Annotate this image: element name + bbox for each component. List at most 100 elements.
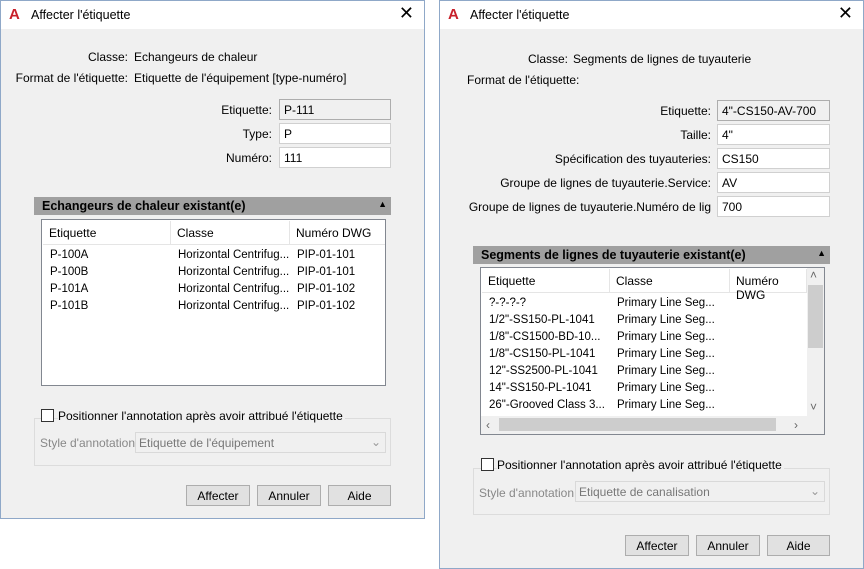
- hscrollbar-thumb[interactable]: [499, 418, 776, 431]
- field-input[interactable]: 4": [717, 124, 830, 145]
- table-cell: Primary Line Seg...: [617, 297, 715, 309]
- table-cell: Horizontal Centrifug...: [178, 283, 290, 295]
- table-cell: 14"-SS150-PL-1041: [489, 382, 592, 394]
- table-cell: 26"-Grooved Class 3...: [489, 399, 605, 411]
- dialog-title: Affecter l'étiquette: [470, 8, 570, 22]
- table-row[interactable]: ?-?-?-? Primary Line Seg...: [481, 297, 824, 314]
- table-row[interactable]: 12"-SS2500-PL-1041 Primary Line Seg...: [481, 365, 824, 382]
- table-cell: P-100B: [50, 266, 89, 278]
- table-row[interactable]: P-100B Horizontal Centrifug... PIP-01-101: [42, 266, 385, 283]
- table-row[interactable]: 1/8"-CS1500-BD-10... Primary Line Seg...: [481, 331, 824, 348]
- classe-label: Classe:: [87, 50, 128, 64]
- assign-button[interactable]: Affecter: [186, 485, 250, 506]
- horizontal-scrollbar[interactable]: ‹ ›: [481, 416, 824, 434]
- title-bar: A Affecter l'étiquette ✕: [1, 1, 424, 29]
- table-row[interactable]: 14"-SS150-PL-1041 Primary Line Seg...: [481, 382, 824, 399]
- column-header[interactable]: Numéro DWG: [290, 221, 385, 245]
- help-button[interactable]: Aide: [328, 485, 391, 506]
- position-annotation-checkbox[interactable]: [41, 409, 54, 422]
- classe-label: Classe:: [527, 52, 568, 66]
- column-header[interactable]: Classe: [171, 221, 290, 245]
- field-input: 4"-CS150-AV-700: [717, 100, 830, 121]
- table-cell: 12"-SS2500-PL-1041: [489, 365, 598, 377]
- help-button[interactable]: Aide: [767, 535, 830, 556]
- table-row[interactable]: P-101A Horizontal Centrifug... PIP-01-102: [42, 283, 385, 300]
- table-row[interactable]: 26"-Grooved Class 3... Primary Line Seg..…: [481, 399, 824, 416]
- field-input[interactable]: 700: [717, 196, 830, 217]
- classe-value: Segments de lignes de tuyauterie: [573, 52, 752, 66]
- table-row[interactable]: 1/2"-SS150-PL-1041 Primary Line Seg...: [481, 314, 824, 331]
- collapse-icon[interactable]: ▲: [817, 248, 826, 258]
- field-input: P-111: [279, 99, 391, 120]
- position-annotation-checkbox[interactable]: [481, 458, 494, 471]
- table-cell: 1/2"-SS150-PL-1041: [489, 314, 595, 326]
- close-icon[interactable]: ✕: [399, 3, 414, 24]
- field-label: Taille:: [680, 128, 711, 142]
- assign-button[interactable]: Affecter: [625, 535, 689, 556]
- table-cell: Horizontal Centrifug...: [178, 300, 290, 312]
- field-input[interactable]: CS150: [717, 148, 830, 169]
- annotation-style-select[interactable]: Etiquette de canalisation ⌄: [575, 481, 825, 502]
- chevron-down-icon: ⌄: [809, 484, 820, 498]
- section-title: Echangeurs de chaleur existant(e): [42, 199, 246, 213]
- collapse-icon[interactable]: ▲: [378, 199, 387, 209]
- column-header[interactable]: Etiquette: [43, 221, 171, 245]
- table-cell: ?-?-?-?: [489, 297, 527, 309]
- style-label: Style d'annotation:: [40, 436, 139, 450]
- table-cell: PIP-01-101: [297, 249, 356, 261]
- checkbox-label: Positionner l'annotation après avoir att…: [497, 458, 784, 472]
- close-icon[interactable]: ✕: [838, 3, 853, 24]
- table-cell: Primary Line Seg...: [617, 365, 715, 377]
- table-cell: Primary Line Seg...: [617, 348, 715, 360]
- field-label: Etiquette:: [221, 103, 272, 117]
- column-header[interactable]: Etiquette: [482, 269, 610, 293]
- field-label: Groupe de lignes de tuyauterie.Numéro de…: [468, 200, 711, 214]
- table-row[interactable]: P-100A Horizontal Centrifug... PIP-01-101: [42, 249, 385, 266]
- field-input[interactable]: 111: [279, 147, 391, 168]
- format-label: Format de l'étiquette:: [15, 71, 128, 85]
- table-cell: Horizontal Centrifug...: [178, 266, 290, 278]
- dialog-title: Affecter l'étiquette: [31, 8, 131, 22]
- scroll-right-icon[interactable]: ›: [794, 418, 798, 432]
- cancel-button[interactable]: Annuler: [257, 485, 321, 506]
- table-cell: Primary Line Seg...: [617, 382, 715, 394]
- existing-section-header[interactable]: Segments de lignes de tuyauterie existan…: [473, 246, 830, 264]
- format-value: Etiquette de l'équipement [type-numéro]: [134, 71, 347, 85]
- table-cell: 1/8"-CS150-PL-1041: [489, 348, 596, 360]
- autocad-logo-icon: A: [9, 6, 20, 23]
- field-label: Spécification des tuyauteries:: [554, 152, 711, 166]
- section-title: Segments de lignes de tuyauterie existan…: [481, 248, 746, 262]
- field-input[interactable]: AV: [717, 172, 830, 193]
- scroll-up-icon[interactable]: ˄: [810, 268, 817, 282]
- table-cell: P-101B: [50, 300, 89, 312]
- existing-tags-list[interactable]: Etiquette Classe Numéro DWG P-100A Horizonta…: [41, 219, 386, 386]
- table-cell: 1/8"-CS1500-BD-10...: [489, 331, 601, 343]
- field-label: Numéro:: [225, 151, 272, 165]
- table-cell: P-100A: [50, 249, 89, 261]
- field-label: Groupe de lignes de tuyauterie.Service:: [500, 176, 711, 190]
- assign-tag-dialog-left: A Affecter l'étiquette ✕ Classe: Echange…: [0, 0, 425, 519]
- table-cell: Horizontal Centrifug...: [178, 249, 290, 261]
- scroll-left-icon[interactable]: ‹: [486, 418, 490, 432]
- table-row[interactable]: 1/8"-CS150-PL-1041 Primary Line Seg...: [481, 348, 824, 365]
- column-header[interactable]: Numéro DWG: [730, 269, 807, 302]
- table-cell: Primary Line Seg...: [617, 399, 715, 411]
- cancel-button[interactable]: Annuler: [696, 535, 760, 556]
- table-cell: PIP-01-102: [297, 283, 356, 295]
- title-bar: A Affecter l'étiquette ✕: [440, 1, 863, 29]
- field-label: Etiquette:: [660, 104, 711, 118]
- table-cell: P-101A: [50, 283, 89, 295]
- style-label: Style d'annotation:: [479, 486, 578, 500]
- checkbox-label: Positionner l'annotation après avoir att…: [58, 409, 345, 423]
- existing-tags-list[interactable]: ˄ ˅ ‹ › Etiquette Classe Numéro DWG ?-?-?-?…: [480, 267, 825, 435]
- field-input[interactable]: P: [279, 123, 391, 144]
- chevron-down-icon: ⌄: [370, 435, 381, 449]
- assign-tag-dialog-right: A Affecter l'étiquette ✕ Classe: Segment…: [439, 0, 864, 569]
- table-row[interactable]: P-101B Horizontal Centrifug... PIP-01-102: [42, 300, 385, 317]
- table-cell: PIP-01-101: [297, 266, 356, 278]
- table-cell: Primary Line Seg...: [617, 314, 715, 326]
- autocad-logo-icon: A: [448, 6, 459, 23]
- existing-section-header[interactable]: Echangeurs de chaleur existant(e) ▲: [34, 197, 391, 215]
- column-header[interactable]: Classe: [610, 269, 730, 293]
- annotation-style-select[interactable]: Etiquette de l'équipement ⌄: [135, 432, 386, 453]
